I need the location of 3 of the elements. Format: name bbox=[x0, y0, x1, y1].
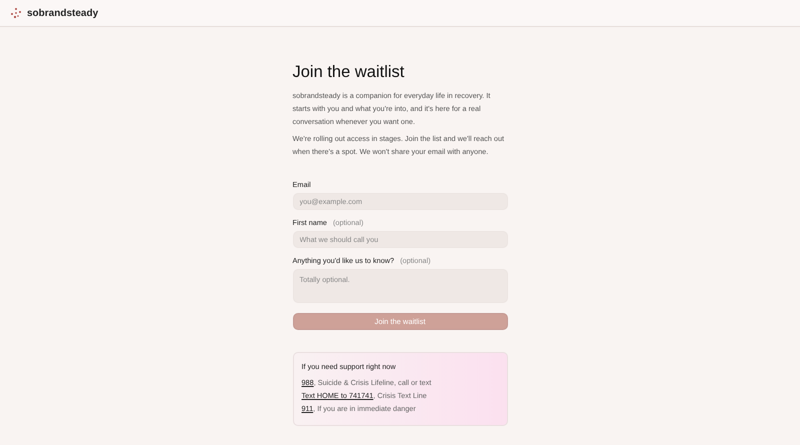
brand-name: sobrandsteady bbox=[27, 8, 98, 18]
sparkle-icon bbox=[10, 7, 22, 19]
page-title: Join the waitlist bbox=[292, 63, 406, 82]
